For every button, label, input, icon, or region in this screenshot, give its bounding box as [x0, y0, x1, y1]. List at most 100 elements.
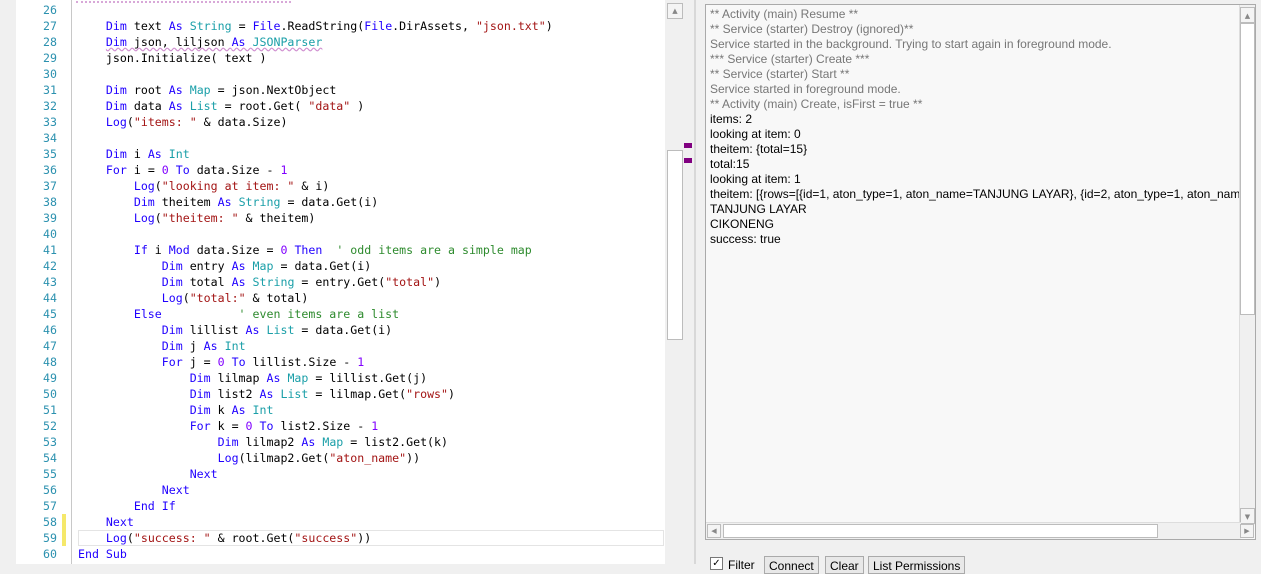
editor-vertical-scrollbar[interactable]: ▲ [667, 0, 683, 564]
code-text: = json.NextObject [210, 83, 337, 97]
keyword: As [259, 387, 274, 401]
string-literal: "total:" [189, 291, 246, 305]
code-text: .ReadString( [280, 19, 365, 33]
type-name: Map [322, 435, 344, 449]
number-literal: 0 [161, 163, 169, 177]
code-line[interactable]: Log("looking at item: " & i) [78, 178, 329, 194]
code-line[interactable]: End If [78, 498, 176, 514]
code-line[interactable]: Dim theitem As String = data.Get(i) [78, 194, 378, 210]
code-text: & root.Get( [210, 531, 295, 545]
log-vertical-scrollbar[interactable]: ▲ ▼ [1239, 5, 1255, 525]
code-text: k [210, 403, 232, 417]
line-number: 27 [43, 19, 57, 33]
keyword: Dim [161, 323, 183, 337]
code-line[interactable]: Dim entry As Map = data.Get(i) [78, 258, 371, 274]
connect-button[interactable]: Connect [764, 556, 819, 574]
code-line[interactable]: Dim i As Int [78, 146, 190, 162]
keyword: Log [105, 531, 127, 545]
code-line[interactable]: Dim root As Map = json.NextObject [78, 82, 336, 98]
code-text: i [126, 147, 148, 161]
line-number: 49 [43, 371, 57, 385]
scroll-up-arrow-icon[interactable]: ▲ [1240, 7, 1255, 23]
scroll-down-arrow-icon[interactable]: ▼ [1240, 508, 1255, 524]
code-line[interactable]: Log("success: " & root.Get("success")) [78, 530, 371, 546]
code-line[interactable]: Dim k As Int [78, 402, 274, 418]
code-line[interactable]: Dim total As String = entry.Get("total") [78, 274, 441, 290]
type-name: Int [224, 339, 246, 353]
code-line[interactable]: Next [78, 482, 190, 498]
scroll-up-arrow-icon[interactable]: ▲ [667, 3, 683, 19]
code-line[interactable]: Next [78, 514, 134, 530]
code-line[interactable]: Dim lilmap As Map = lillist.Get(j) [78, 370, 427, 386]
scroll-right-arrow-icon[interactable]: ▶ [1240, 524, 1254, 538]
code-line[interactable]: Dim lilmap2 As Map = list2.Get(k) [78, 434, 448, 450]
scrollbar-thumb[interactable] [1240, 23, 1255, 315]
code-text: data.Size - [189, 163, 281, 177]
string-literal: "total" [385, 275, 435, 289]
keyword: As [245, 323, 260, 337]
code-text: lillist.Size - [245, 355, 358, 369]
code-line[interactable]: Dim j As Int [78, 338, 246, 354]
keyword: To [231, 355, 246, 369]
code-line[interactable]: End Sub [78, 546, 127, 562]
string-literal: "data" [308, 99, 351, 113]
scrollbar-thumb[interactable] [667, 150, 683, 340]
string-literal: "aton_name" [329, 451, 407, 465]
line-number: 57 [43, 499, 57, 513]
list-permissions-button[interactable]: List Permissions [868, 556, 966, 574]
code-line[interactable]: For j = 0 To lillist.Size - 1 [78, 354, 364, 370]
code-line[interactable]: Dim list2 As List = lilmap.Get("rows") [78, 386, 455, 402]
line-number: 38 [43, 195, 57, 209]
code-line[interactable]: Dim lillist As List = data.Get(i) [78, 322, 392, 338]
code-line[interactable]: Dim text As String = File.ReadString(Fil… [78, 18, 553, 34]
scroll-left-arrow-icon[interactable]: ◀ [707, 524, 721, 538]
keyword: Dim [105, 147, 127, 161]
code-line[interactable]: Else ' even items are a list [78, 306, 399, 322]
code-line[interactable]: Log(lilmap2.Get("aton_name")) [78, 450, 420, 466]
type-name: List [189, 99, 218, 113]
string-literal: "items: " [133, 115, 197, 129]
type-name: String [252, 275, 295, 289]
log-horizontal-scrollbar[interactable]: ◀ ▶ [706, 522, 1254, 539]
scroll-marker [684, 143, 692, 148]
code-text: .DirAssets, [392, 19, 476, 33]
code-text: ) [434, 275, 442, 289]
code-line[interactable]: Dim json, liljson As JSONParser [78, 34, 322, 50]
code-line[interactable]: json.Initialize( text ) [78, 50, 267, 66]
line-number: 59 [43, 531, 57, 545]
code-line[interactable]: For i = 0 To data.Size - 1 [78, 162, 288, 178]
keyword: For [105, 163, 127, 177]
code-text: i = [126, 163, 162, 177]
code-line[interactable]: Log("items: " & data.Size) [78, 114, 288, 130]
log-lines: ** Activity (main) Resume ** ** Service (… [710, 7, 1255, 247]
keyword: Dim [189, 371, 211, 385]
log-panel[interactable]: ** Activity (main) Resume ** ** Service (… [705, 4, 1256, 540]
code-line[interactable]: Next [78, 466, 218, 482]
keyword: Dim [189, 387, 211, 401]
log-line: success: true [710, 232, 781, 246]
code-line[interactable]: For k = 0 To list2.Size - 1 [78, 418, 379, 434]
line-number: 58 [43, 515, 57, 529]
scrollbar-thumb[interactable] [723, 524, 1158, 538]
panel-splitter[interactable] [694, 0, 696, 564]
number-literal: 1 [280, 163, 288, 177]
code-line[interactable]: Log("theitem: " & theitem) [78, 210, 316, 226]
log-line: ** Service (starter) Start ** [710, 67, 850, 81]
code-line[interactable]: If i Mod data.Size = 0 Then ' odd items … [78, 242, 532, 258]
code-text: )) [357, 531, 372, 545]
code-line[interactable]: Dim data As List = root.Get( "data" ) [78, 98, 364, 114]
clear-button[interactable]: Clear [825, 556, 864, 574]
code-text: = root.Get( [217, 99, 309, 113]
code-line[interactable]: Log("total:" & total) [78, 290, 309, 306]
code-editor[interactable]: 26 27 28 29 30 31 32 33 34 35 36 37 38 39 40 41 42 43 44 45… [16, 0, 665, 564]
type-name: Map [252, 259, 274, 273]
